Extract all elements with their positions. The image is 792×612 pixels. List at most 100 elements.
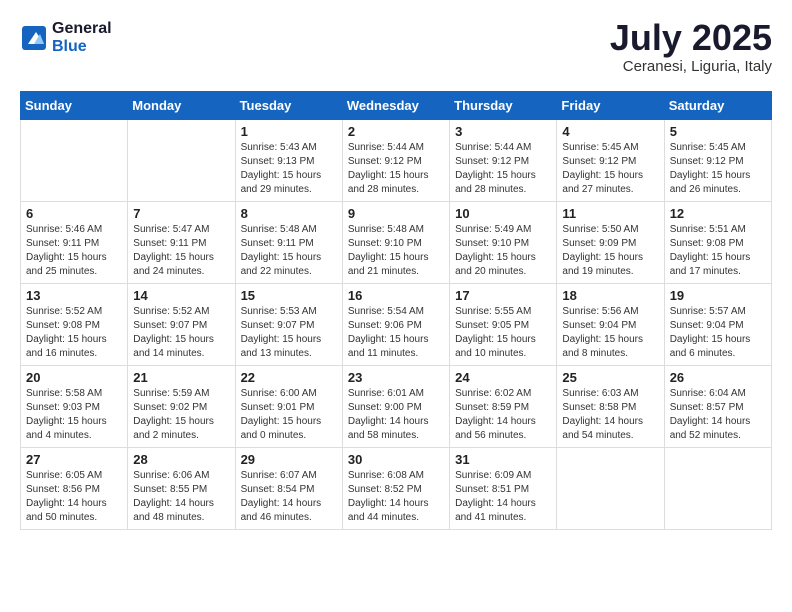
day-info: Sunrise: 5:49 AM Sunset: 9:10 PM Dayligh… [455,223,551,279]
day-number: 16 [348,288,444,303]
title-block: July 2025 Ceranesi, Liguria, Italy [610,20,772,75]
calendar-day-cell: 11Sunrise: 5:50 AM Sunset: 9:09 PM Dayli… [557,202,664,284]
logo-icon [20,24,48,52]
calendar-day-cell: 16Sunrise: 5:54 AM Sunset: 9:06 PM Dayli… [342,284,449,366]
day-number: 13 [26,288,122,303]
calendar-week-row: 6 Sunrise: 5:46 AM Sunset: 9:11 PM Daylig… [21,202,772,284]
calendar-day-cell: 5Sunrise: 5:45 AM Sunset: 9:12 PM Daylig… [664,120,771,202]
calendar-day-cell: 30 Sunrise: 6:08 AM Sunset: 8:52 PM Dayli… [342,448,449,530]
page-header: General Blue July 2025 Ceranesi, Liguria… [20,20,772,75]
day-number: 28 [133,452,229,467]
day-number: 3 [455,124,551,139]
weekday-header: Wednesday [342,92,449,120]
calendar-day-cell: 31Sunrise: 6:09 AM Sunset: 8:51 PM Dayli… [450,448,557,530]
calendar-day-cell: 19 Sunrise: 5:57 AM Sunset: 9:04 PM Dayli… [664,284,771,366]
day-number: 30 [348,452,444,467]
calendar-day-cell: 2 Sunrise: 5:44 AM Sunset: 9:12 PM Daylig… [342,120,449,202]
day-info: Sunrise: 5:53 AM Sunset: 9:07 PM Dayligh… [241,305,337,361]
day-number: 27 [26,452,122,467]
month-title: July 2025 [610,20,772,56]
calendar-day-cell: 7 Sunrise: 5:47 AM Sunset: 9:11 PM Daylig… [128,202,235,284]
day-info: Sunrise: 5:46 AM Sunset: 9:11 PM Dayligh… [26,223,122,279]
logo-line1: General [52,20,112,38]
logo: General Blue [20,20,112,55]
day-number: 15 [241,288,337,303]
calendar-day-cell [557,448,664,530]
weekday-header: Tuesday [235,92,342,120]
calendar-day-cell: 9 Sunrise: 5:48 AM Sunset: 9:10 PM Daylig… [342,202,449,284]
day-number: 12 [670,206,766,221]
day-info: Sunrise: 6:03 AM Sunset: 8:58 PM Dayligh… [562,387,658,443]
weekday-header: Saturday [664,92,771,120]
calendar-day-cell: 28Sunrise: 6:06 AM Sunset: 8:55 PM Dayli… [128,448,235,530]
day-info: Sunrise: 5:58 AM Sunset: 9:03 PM Dayligh… [26,387,122,443]
calendar-day-cell: 1Sunrise: 5:43 AM Sunset: 9:13 PM Daylig… [235,120,342,202]
day-number: 23 [348,370,444,385]
day-number: 18 [562,288,658,303]
day-number: 10 [455,206,551,221]
calendar-week-row: 20 Sunrise: 5:58 AM Sunset: 9:03 PM Dayli… [21,366,772,448]
calendar-week-row: 1Sunrise: 5:43 AM Sunset: 9:13 PM Daylig… [21,120,772,202]
weekday-header: Thursday [450,92,557,120]
calendar-day-cell: 15 Sunrise: 5:53 AM Sunset: 9:07 PM Dayli… [235,284,342,366]
day-number: 29 [241,452,337,467]
day-info: Sunrise: 6:04 AM Sunset: 8:57 PM Dayligh… [670,387,766,443]
calendar-day-cell: 12 Sunrise: 5:51 AM Sunset: 9:08 PM Dayli… [664,202,771,284]
calendar-day-cell [664,448,771,530]
calendar-day-cell: 20 Sunrise: 5:58 AM Sunset: 9:03 PM Dayli… [21,366,128,448]
day-number: 14 [133,288,229,303]
day-number: 26 [670,370,766,385]
day-info: Sunrise: 5:47 AM Sunset: 9:11 PM Dayligh… [133,223,229,279]
day-info: Sunrise: 5:55 AM Sunset: 9:05 PM Dayligh… [455,305,551,361]
day-number: 2 [348,124,444,139]
calendar-day-cell: 17 Sunrise: 5:55 AM Sunset: 9:05 PM Dayli… [450,284,557,366]
day-number: 21 [133,370,229,385]
calendar-day-cell: 21Sunrise: 5:59 AM Sunset: 9:02 PM Dayli… [128,366,235,448]
weekday-header: Friday [557,92,664,120]
day-number: 17 [455,288,551,303]
day-number: 9 [348,206,444,221]
day-number: 7 [133,206,229,221]
day-number: 4 [562,124,658,139]
day-info: Sunrise: 5:50 AM Sunset: 9:09 PM Dayligh… [562,223,658,279]
weekday-header: Monday [128,92,235,120]
day-number: 19 [670,288,766,303]
calendar-day-cell: 8 Sunrise: 5:48 AM Sunset: 9:11 PM Daylig… [235,202,342,284]
calendar-day-cell: 13 Sunrise: 5:52 AM Sunset: 9:08 PM Dayli… [21,284,128,366]
calendar-day-cell: 3Sunrise: 5:44 AM Sunset: 9:12 PM Daylig… [450,120,557,202]
day-number: 20 [26,370,122,385]
day-info: Sunrise: 5:51 AM Sunset: 9:08 PM Dayligh… [670,223,766,279]
calendar-day-cell: 25 Sunrise: 6:03 AM Sunset: 8:58 PM Dayli… [557,366,664,448]
day-info: Sunrise: 5:56 AM Sunset: 9:04 PM Dayligh… [562,305,658,361]
calendar-day-cell: 18 Sunrise: 5:56 AM Sunset: 9:04 PM Dayli… [557,284,664,366]
day-info: Sunrise: 6:08 AM Sunset: 8:52 PM Dayligh… [348,469,444,525]
day-number: 31 [455,452,551,467]
weekday-header: Sunday [21,92,128,120]
day-number: 8 [241,206,337,221]
day-info: Sunrise: 6:05 AM Sunset: 8:56 PM Dayligh… [26,469,122,525]
calendar-day-cell: 23Sunrise: 6:01 AM Sunset: 9:00 PM Dayli… [342,366,449,448]
day-info: Sunrise: 6:02 AM Sunset: 8:59 PM Dayligh… [455,387,551,443]
day-info: Sunrise: 5:57 AM Sunset: 9:04 PM Dayligh… [670,305,766,361]
location-subtitle: Ceranesi, Liguria, Italy [610,58,772,75]
calendar-day-cell: 27 Sunrise: 6:05 AM Sunset: 8:56 PM Dayli… [21,448,128,530]
day-info: Sunrise: 6:07 AM Sunset: 8:54 PM Dayligh… [241,469,337,525]
day-info: Sunrise: 5:52 AM Sunset: 9:07 PM Dayligh… [133,305,229,361]
day-info: Sunrise: 5:48 AM Sunset: 9:10 PM Dayligh… [348,223,444,279]
calendar-day-cell: 6 Sunrise: 5:46 AM Sunset: 9:11 PM Daylig… [21,202,128,284]
calendar: SundayMondayTuesdayWednesdayThursdayFrid… [20,91,772,530]
day-info: Sunrise: 5:52 AM Sunset: 9:08 PM Dayligh… [26,305,122,361]
day-info: Sunrise: 5:43 AM Sunset: 9:13 PM Dayligh… [241,141,337,197]
calendar-day-cell [21,120,128,202]
day-info: Sunrise: 5:44 AM Sunset: 9:12 PM Dayligh… [348,141,444,197]
logo-line2: Blue [52,38,112,56]
day-number: 25 [562,370,658,385]
calendar-day-cell: 14 Sunrise: 5:52 AM Sunset: 9:07 PM Dayli… [128,284,235,366]
calendar-day-cell [128,120,235,202]
day-number: 6 [26,206,122,221]
calendar-week-row: 27 Sunrise: 6:05 AM Sunset: 8:56 PM Dayli… [21,448,772,530]
header-row: SundayMondayTuesdayWednesdayThursdayFrid… [21,92,772,120]
day-info: Sunrise: 5:45 AM Sunset: 9:12 PM Dayligh… [562,141,658,197]
day-info: Sunrise: 6:00 AM Sunset: 9:01 PM Dayligh… [241,387,337,443]
day-info: Sunrise: 5:48 AM Sunset: 9:11 PM Dayligh… [241,223,337,279]
